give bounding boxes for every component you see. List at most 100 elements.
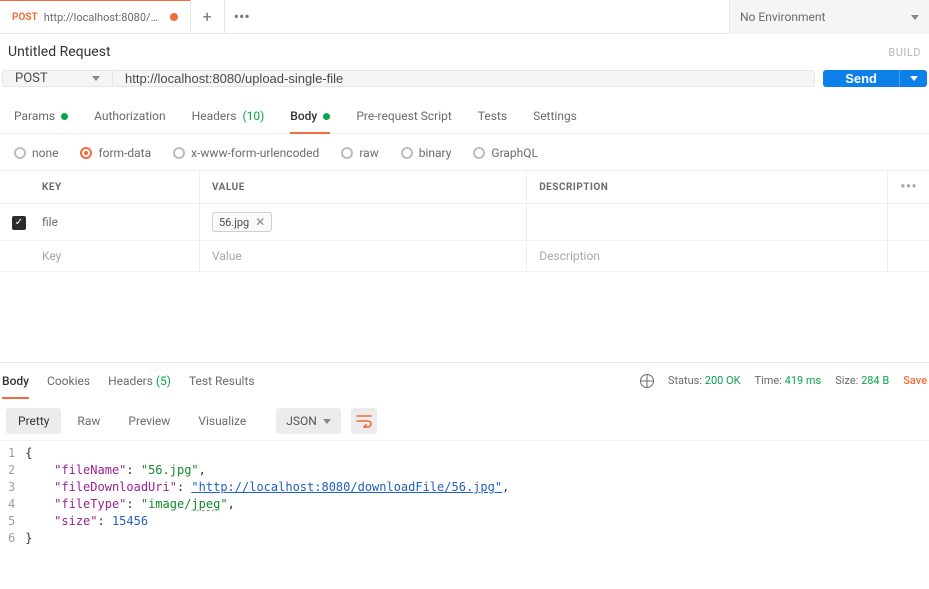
placeholder-key[interactable]: Key — [30, 241, 199, 272]
view-pretty[interactable]: Pretty — [6, 408, 61, 434]
placeholder-value[interactable]: Value — [199, 241, 526, 272]
col-key: KEY — [30, 171, 199, 204]
resp-tab-cookies[interactable]: Cookies — [47, 364, 90, 398]
unsaved-dot-icon — [170, 13, 178, 21]
save-response-link[interactable]: Save — [903, 374, 927, 387]
row-checkbox[interactable]: ✓ — [12, 216, 26, 230]
remove-file-icon[interactable]: ✕ — [255, 215, 265, 229]
time-value: 419 ms — [785, 374, 822, 387]
view-preview[interactable]: Preview — [116, 408, 182, 434]
resp-tab-body[interactable]: Body — [2, 364, 29, 398]
bodytype-binary[interactable]: binary — [401, 146, 452, 160]
radio-label: x-www-form-urlencoded — [191, 146, 319, 160]
caret-down-icon — [323, 419, 331, 424]
tab-tests[interactable]: Tests — [478, 101, 507, 133]
method-select[interactable]: POST — [3, 71, 113, 86]
line-gutter: 1 2 3 4 5 6 — [0, 445, 25, 547]
cell-value[interactable]: 56.jpg ✕ — [199, 204, 526, 241]
json-number: 15456 — [112, 514, 148, 528]
json-key: "fileType" — [54, 497, 126, 511]
bodytype-graphql[interactable]: GraphQL — [473, 146, 538, 160]
radio-label: none — [32, 146, 58, 160]
response-body[interactable]: 1 2 3 4 5 6 { "fileName": "56.jpg", "fil… — [0, 441, 929, 547]
json-key: "fileDownloadUri" — [54, 480, 177, 494]
tab-params[interactable]: Params — [14, 101, 68, 133]
status-dot-icon — [61, 113, 68, 120]
environment-label: No Environment — [740, 10, 825, 24]
json-string: "image/ — [141, 497, 192, 511]
spacer — [0, 272, 929, 362]
body-type-selector: none form-data x-www-form-urlencoded raw… — [0, 134, 929, 171]
code-content: { "fileName": "56.jpg", "fileDownloadUri… — [25, 445, 509, 547]
colon: : — [177, 480, 191, 494]
json-string: jpeg — [191, 497, 220, 511]
resp-tab-tests[interactable]: Test Results — [189, 364, 255, 398]
json-string: "56.jpg" — [141, 463, 199, 477]
comma: , — [502, 480, 509, 494]
time-label: Time: — [755, 374, 782, 387]
json-key: "size" — [54, 514, 97, 528]
tab-label: Headers — [192, 109, 237, 123]
request-tab[interactable]: POST http://localhost:8080/upload-s... — [0, 0, 191, 33]
colon: : — [126, 463, 140, 477]
tab-body[interactable]: Body — [290, 101, 330, 133]
view-visualize[interactable]: Visualize — [186, 408, 258, 434]
environment-select[interactable]: No Environment — [729, 0, 929, 34]
radio-label: binary — [419, 146, 452, 160]
wrap-icon — [356, 414, 372, 428]
radio-icon — [473, 147, 485, 159]
status-label: Status: — [668, 374, 702, 387]
url-input[interactable] — [113, 71, 814, 86]
format-select[interactable]: JSON — [276, 408, 341, 434]
status-dot-icon — [323, 113, 330, 120]
plus-icon: + — [203, 7, 212, 26]
tab-options-button[interactable]: ••• — [225, 0, 259, 34]
table-row-placeholder[interactable]: Key Value Description — [0, 241, 929, 272]
tab-label: Tests — [478, 109, 507, 123]
format-label: JSON — [286, 414, 317, 428]
cell-key[interactable]: file — [30, 204, 199, 241]
size-group: Size: 284 B — [835, 374, 889, 387]
tab-label: Authorization — [94, 109, 166, 123]
status-value: 200 OK — [705, 374, 741, 387]
size-value: 284 B — [861, 374, 889, 387]
globe-icon[interactable] — [640, 374, 654, 388]
brace-close: } — [25, 531, 32, 545]
method-url-group: POST — [2, 70, 815, 87]
tab-settings[interactable]: Settings — [533, 101, 577, 133]
bulk-edit-icon[interactable]: ••• — [900, 179, 917, 195]
send-group: Send — [823, 70, 927, 87]
response-tabs-row: Body Cookies Headers (5) Test Results St… — [0, 362, 929, 398]
bodytype-formdata[interactable]: form-data — [80, 146, 151, 160]
radio-icon — [401, 147, 413, 159]
caret-down-icon — [911, 15, 919, 20]
response-toolbar: Pretty Raw Preview Visualize JSON — [0, 398, 929, 441]
tab-prerequest[interactable]: Pre-request Script — [356, 101, 451, 133]
tab-method: POST — [12, 12, 38, 23]
resp-tab-headers[interactable]: Headers (5) — [108, 364, 171, 398]
colon: : — [98, 514, 112, 528]
bodytype-xform[interactable]: x-www-form-urlencoded — [173, 146, 319, 160]
view-raw[interactable]: Raw — [65, 408, 112, 434]
send-options-button[interactable] — [899, 70, 927, 87]
tab-label: Cookies — [47, 374, 90, 388]
new-tab-button[interactable]: + — [191, 0, 225, 34]
json-url[interactable]: "http://localhost:8080/downloadFile/56.j… — [191, 480, 502, 494]
wrap-lines-button[interactable] — [351, 408, 377, 434]
placeholder-description[interactable]: Description — [527, 241, 888, 272]
bodytype-none[interactable]: none — [14, 146, 58, 160]
cell-description[interactable] — [527, 204, 888, 241]
caret-down-icon — [92, 76, 100, 81]
bodytype-raw[interactable]: raw — [341, 146, 378, 160]
tab-headers[interactable]: Headers (10) — [192, 101, 265, 133]
response-meta: Status: 200 OK Time: 419 ms Size: 284 B … — [640, 374, 927, 388]
time-group: Time: 419 ms — [755, 374, 822, 387]
file-name: 56.jpg — [219, 216, 249, 229]
request-bar: POST Send — [0, 70, 929, 97]
tab-authorization[interactable]: Authorization — [94, 101, 166, 133]
table-row: ✓ file 56.jpg ✕ — [0, 204, 929, 241]
send-button[interactable]: Send — [823, 70, 899, 87]
line-number: 3 — [8, 479, 15, 496]
tab-count: (5) — [156, 374, 171, 388]
request-title[interactable]: Untitled Request — [8, 44, 111, 60]
